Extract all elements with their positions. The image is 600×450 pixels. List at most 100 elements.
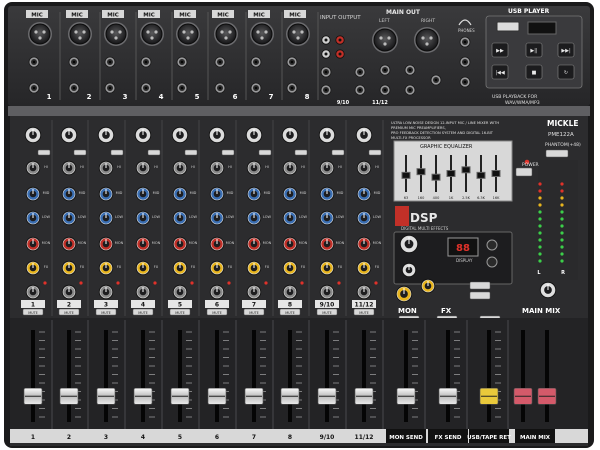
- low-cut-button-ch-3[interactable]: [110, 149, 124, 156]
- fx-send-label: FX: [265, 265, 270, 269]
- fader-slot: [404, 330, 408, 422]
- brand-logo: MICKLE: [547, 119, 578, 128]
- low-cut-button-ch-1[interactable]: [37, 149, 51, 156]
- meter-led-right: [560, 252, 564, 256]
- blurb-line-2: PREMIUM MIC PREAMPLIFIERS,: [391, 126, 446, 130]
- eq-slider-400[interactable]: [431, 173, 441, 181]
- channel-number-top: 4: [159, 93, 164, 101]
- meter-led-right: [560, 189, 564, 193]
- mid-eq-label: MID: [43, 191, 50, 195]
- fader-slot: [446, 330, 450, 422]
- eq-freq-label: 63: [404, 196, 408, 200]
- fader-slot: [362, 330, 366, 422]
- channel-number: 7: [252, 302, 256, 309]
- channel-number: 11/12: [355, 302, 374, 309]
- model-label: PME122A: [548, 132, 574, 138]
- meter-led-right: [560, 224, 564, 228]
- mid-eq-label: MID: [227, 191, 234, 195]
- meter-led-right: [560, 210, 564, 214]
- channel-number-top: 3: [123, 93, 128, 101]
- channel-number-top: 7: [269, 93, 274, 101]
- channel-number: 4: [141, 302, 145, 309]
- eq-slider-160[interactable]: [416, 168, 426, 176]
- fader-label-7: 7: [252, 434, 256, 441]
- fader-slot: [545, 330, 549, 422]
- usb-playback-label: USB PLAYBACK FOR: [492, 94, 538, 100]
- mon-send-label: MON: [115, 241, 124, 245]
- io-label: INPUT OUTPUT: [320, 15, 361, 21]
- meter-led-left: [538, 189, 542, 193]
- mute-label: MUTE: [101, 311, 111, 315]
- channel-number: 5: [178, 302, 182, 309]
- low-cut-button-ch-7[interactable]: [258, 149, 272, 156]
- mon-send-label: MON: [226, 241, 235, 245]
- fx-send-label: FX: [191, 265, 196, 269]
- fader-label-1: 1: [31, 434, 35, 441]
- eq-freq-label: 6.3K: [477, 196, 486, 200]
- mic-label: MIC: [107, 13, 119, 19]
- mute-label: MUTE: [249, 311, 259, 315]
- low-cut-button-ch-8[interactable]: [294, 149, 308, 156]
- dsp-down-button[interactable]: [486, 256, 498, 268]
- hi-eq-label: HI: [80, 165, 84, 169]
- mic-label: MIC: [179, 13, 191, 19]
- mon-send-label: MON: [263, 241, 272, 245]
- phantom-label: PHANTOM(+48): [545, 142, 581, 148]
- dsp-up-button[interactable]: [486, 239, 498, 251]
- fader-slot: [31, 330, 35, 422]
- low-cut-button-ch-5[interactable]: [184, 149, 198, 156]
- peak-led: [227, 281, 231, 285]
- fader-slot: [104, 330, 108, 422]
- meter-led-right: [560, 196, 564, 200]
- meter-led-left: [538, 203, 542, 207]
- mon-send-label: MON: [373, 241, 382, 245]
- peak-led: [153, 281, 157, 285]
- channel-number: 3: [104, 302, 108, 309]
- meter-led-left: [538, 210, 542, 214]
- blurb-line-4: MULTI-FX PROCESSOR: [391, 136, 431, 140]
- low-cut-button-ch-9/10[interactable]: [331, 149, 345, 156]
- fader-label-10: 11/12: [355, 434, 374, 441]
- low-cut-button-ch-2[interactable]: [73, 149, 87, 156]
- eq-slider-16K[interactable]: [491, 170, 501, 177]
- graphic-eq-title: GRAPHIC EQUALIZER: [420, 144, 473, 150]
- peak-led: [116, 281, 120, 285]
- mic-label: MIC: [217, 13, 229, 19]
- fader-label-5: 5: [178, 434, 182, 441]
- dsp-badge: [395, 206, 409, 226]
- eq-freq-label: 160: [418, 196, 425, 200]
- phantom-power-switch[interactable]: [545, 149, 569, 158]
- low-cut-button-ch-6[interactable]: [221, 149, 235, 156]
- eq-slider-2.5K[interactable]: [461, 166, 471, 174]
- low-cut-button-ch-4[interactable]: [147, 149, 161, 156]
- eq-slider-63[interactable]: [401, 171, 411, 179]
- low-cut-button-ch-11/12[interactable]: [368, 149, 382, 156]
- low-eq-label: LOW: [226, 215, 235, 219]
- hi-eq-label: HI: [154, 165, 158, 169]
- fader-label-14: MAIN MIX: [520, 435, 551, 441]
- meter-panel: [538, 160, 578, 280]
- voice-canceller-button[interactable]: [469, 281, 491, 290]
- main-mix-title: MAIN MIX: [522, 307, 561, 315]
- channel-number: 9/10: [320, 302, 335, 309]
- standby-button[interactable]: [469, 291, 491, 300]
- meter-led-left: [538, 196, 542, 200]
- low-eq-label: LOW: [42, 215, 51, 219]
- channel-number: 8: [288, 302, 292, 309]
- eq-slider-1K[interactable]: [446, 170, 456, 177]
- dsp-logo: DSP: [410, 211, 438, 225]
- fx-send-label: FX: [154, 265, 159, 269]
- channel-number-top: 5: [195, 93, 200, 101]
- meter-led-right: [560, 231, 564, 235]
- fader-label-9: 9/10: [320, 434, 335, 441]
- mon-send-label: MON: [78, 241, 87, 245]
- mon-send-label: MON: [152, 241, 161, 245]
- low-eq-label: LOW: [152, 215, 161, 219]
- mute-label: MUTE: [138, 311, 148, 315]
- mute-label: MUTE: [64, 311, 74, 315]
- hi-eq-label: HI: [228, 165, 232, 169]
- mid-eq-label: MID: [79, 191, 86, 195]
- usb-port-icon[interactable]: [496, 21, 520, 32]
- eq-on-button[interactable]: [515, 167, 533, 177]
- eq-slider-6.3K[interactable]: [476, 171, 486, 179]
